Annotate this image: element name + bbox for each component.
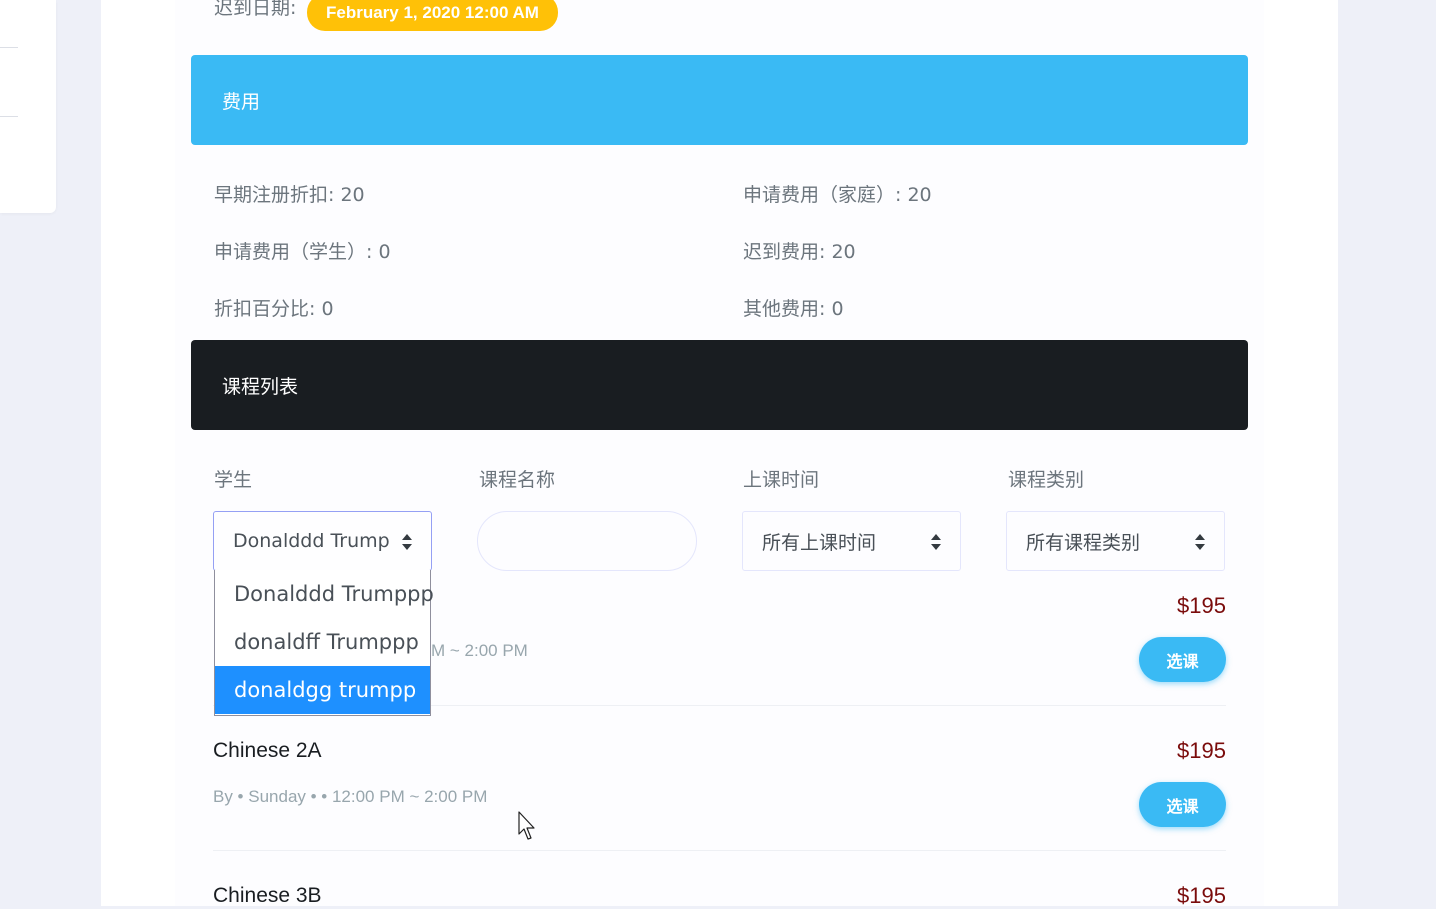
- fee-late: 迟到费用: 20: [743, 241, 856, 263]
- select-course-button[interactable]: 选课: [1139, 782, 1226, 827]
- fee-family: 申请费用（家庭）: 20: [743, 184, 932, 206]
- student-option[interactable]: Donalddd Trumppp: [215, 570, 434, 618]
- sidebar-divider: [0, 116, 18, 117]
- course-price: $195: [1177, 593, 1226, 618]
- student-select[interactable]: Donalddd Trump: [213, 511, 432, 571]
- fee-discount-percent: 折扣百分比: 0: [214, 298, 334, 320]
- course-divider: [213, 850, 1226, 851]
- course-name: Chinese 2A: [213, 739, 322, 762]
- student-select-value: Donalddd Trump: [233, 530, 390, 552]
- sidebar-divider: [0, 47, 18, 48]
- category-select-value: 所有课程类别: [1026, 531, 1141, 554]
- fee-other: 其他费用: 0: [743, 298, 844, 320]
- course-name: Chinese 3B: [213, 884, 322, 907]
- course-list-title: 课程列表: [222, 375, 299, 398]
- course-meta: M ~ 2:00 PM: [431, 641, 528, 660]
- course-name-filter-label: 课程名称: [479, 469, 556, 491]
- time-filter-label: 上课时间: [743, 469, 820, 491]
- course-meta: By • Sunday • • 12:00 PM ~ 2:00 PM: [213, 787, 488, 806]
- left-sidebar-panel: [0, 0, 56, 213]
- time-select-value: 所有上课时间: [762, 531, 877, 554]
- student-option[interactable]: donaldff Trumppp: [215, 618, 430, 666]
- select-arrows-icon: [1195, 534, 1205, 550]
- fee-early-discount: 早期注册折扣: 20: [214, 184, 365, 206]
- course-list-header: 课程列表: [191, 340, 1248, 430]
- fees-header-title: 费用: [222, 90, 261, 113]
- select-course-button[interactable]: 选课: [1139, 637, 1226, 682]
- fee-student: 申请费用（学生）: 0: [214, 241, 391, 263]
- course-name-input[interactable]: [477, 511, 697, 571]
- category-filter-label: 课程类别: [1008, 469, 1085, 491]
- late-date-label: 迟到日期:: [214, 0, 297, 19]
- fees-section-header: 费用: [191, 55, 1248, 145]
- late-date-row: 迟到日期:: [214, 0, 296, 30]
- course-price: $195: [1177, 738, 1226, 763]
- category-select[interactable]: 所有课程类别: [1006, 511, 1225, 571]
- course-price: $195: [1177, 883, 1226, 908]
- select-arrows-icon: [931, 534, 941, 550]
- student-dropdown-list: Donalddd Trumppp donaldff Trumppp donald…: [214, 570, 434, 716]
- student-option-highlighted[interactable]: donaldgg trumpp: [215, 666, 430, 714]
- select-arrows-icon: [402, 534, 412, 550]
- student-filter-label: 学生: [214, 469, 253, 491]
- late-date-badge: February 1, 2020 12:00 AM: [307, 0, 558, 31]
- time-select[interactable]: 所有上课时间: [742, 511, 961, 571]
- mouse-cursor-icon: [518, 811, 535, 840]
